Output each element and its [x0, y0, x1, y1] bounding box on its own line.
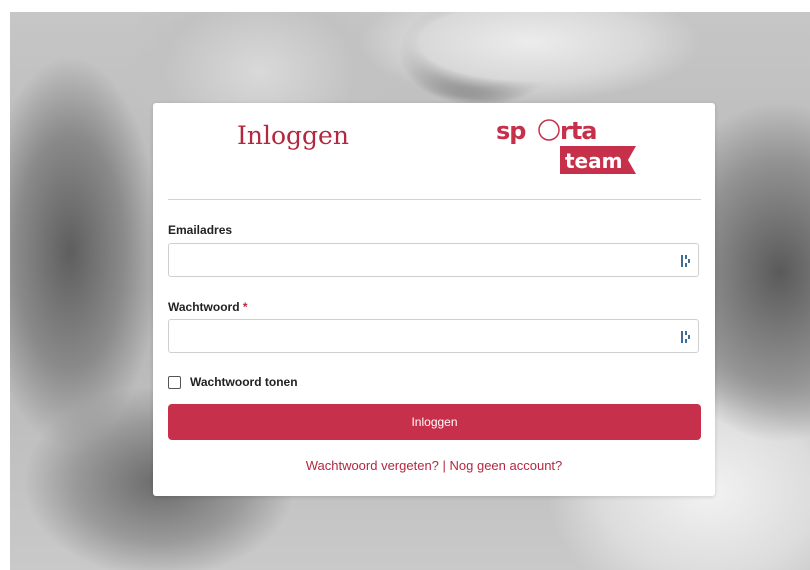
svg-text:sp: sp	[496, 117, 526, 145]
password-manager-icon[interactable]	[680, 254, 692, 268]
account-links: Wachtwoord vergeten? | Nog geen account?	[153, 458, 715, 473]
show-password-label[interactable]: Wachtwoord tonen	[190, 375, 298, 389]
svg-text:rta: rta	[560, 117, 597, 145]
register-link[interactable]: Nog geen account?	[450, 458, 563, 473]
svg-text:team: team	[565, 149, 622, 173]
link-separator: |	[438, 458, 450, 473]
password-manager-icon[interactable]	[680, 330, 692, 344]
show-password-row: Wachtwoord tonen	[168, 375, 298, 389]
password-field[interactable]	[169, 320, 698, 352]
login-button[interactable]: Inloggen	[168, 404, 701, 440]
email-field[interactable]	[169, 244, 698, 276]
forgot-password-link[interactable]: Wachtwoord vergeten?	[306, 458, 439, 473]
email-field-wrapper	[168, 243, 699, 277]
page-title: Inloggen	[237, 121, 349, 150]
password-field-wrapper	[168, 319, 699, 353]
password-label: Wachtwoord *	[168, 300, 248, 314]
required-mark: *	[242, 300, 248, 314]
show-password-checkbox[interactable]	[168, 375, 181, 389]
sporta-team-logo: sp rta team	[496, 117, 636, 174]
login-card: Inloggen sp rta team Emailadres Wachtwoo…	[153, 103, 715, 496]
header-divider	[168, 199, 701, 200]
email-label: Emailadres	[168, 223, 233, 237]
